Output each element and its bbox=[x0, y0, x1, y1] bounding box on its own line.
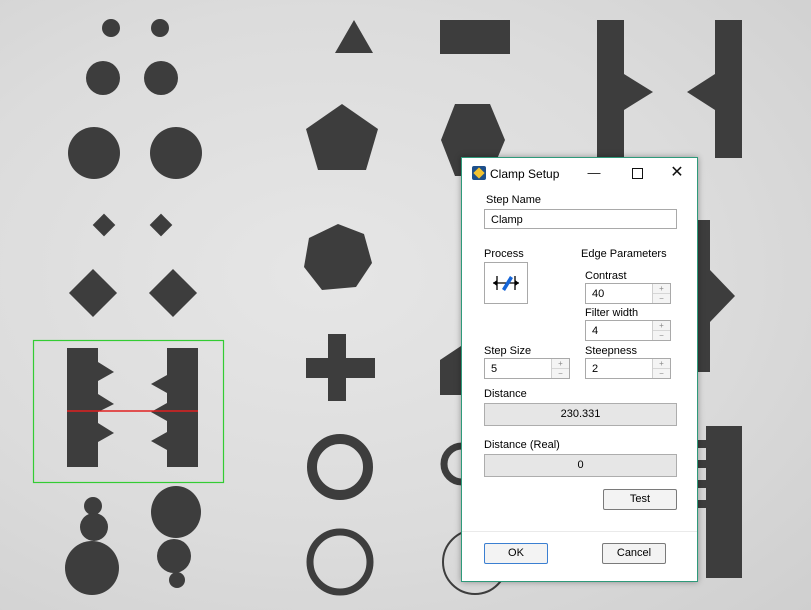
decrement-button[interactable]: − bbox=[653, 294, 670, 303]
cancel-button[interactable]: Cancel bbox=[602, 543, 666, 564]
increment-button[interactable]: + bbox=[552, 359, 569, 369]
shape-small-diamond bbox=[149, 213, 173, 237]
ok-button[interactable]: OK bbox=[484, 543, 548, 564]
shape-medium-circle bbox=[86, 61, 120, 95]
distance-value: 230.331 bbox=[484, 403, 677, 426]
contrast-stepper[interactable]: 40 + − bbox=[585, 283, 671, 304]
step-name-input[interactable]: Clamp bbox=[484, 209, 677, 229]
shape-medium-circle bbox=[144, 61, 178, 95]
minimize-button[interactable]: — bbox=[579, 162, 609, 184]
filter-width-value: 4 bbox=[592, 325, 599, 337]
distance-real-label: Distance (Real) bbox=[484, 439, 560, 451]
shape-pentagon bbox=[306, 104, 378, 170]
decrement-button[interactable]: − bbox=[653, 369, 670, 378]
filter-width-label: Filter width bbox=[585, 307, 639, 319]
filter-width-stepper[interactable]: 4 + − bbox=[585, 320, 671, 341]
process-selector[interactable] bbox=[484, 262, 528, 304]
steepness-label: Steepness bbox=[585, 345, 637, 357]
shape-large-circle bbox=[68, 127, 120, 179]
shape-small-diamond bbox=[92, 213, 116, 237]
contrast-value: 40 bbox=[592, 288, 605, 300]
shape-rectangle bbox=[440, 20, 510, 54]
maximize-button[interactable] bbox=[622, 162, 652, 184]
shape-large-circle bbox=[150, 127, 202, 179]
step-size-stepper[interactable]: 5 + − bbox=[484, 358, 570, 379]
distance-real-value: 0 bbox=[484, 454, 677, 477]
shape-jagged-bar-left bbox=[67, 348, 114, 467]
maximize-icon bbox=[631, 168, 643, 179]
shape-cross bbox=[306, 334, 375, 401]
clamp-setup-app-icon bbox=[472, 166, 486, 180]
test-button[interactable]: Test bbox=[603, 489, 677, 510]
footer-divider bbox=[462, 531, 697, 532]
increment-button[interactable]: + bbox=[653, 321, 670, 331]
shape-notched-bar bbox=[687, 20, 742, 158]
shape-small-circle bbox=[151, 19, 169, 37]
edge-parameters-label: Edge Parameters bbox=[581, 248, 667, 260]
contrast-label: Contrast bbox=[585, 270, 627, 282]
shape-large-diamond bbox=[68, 268, 118, 318]
step-name-label: Step Name bbox=[486, 194, 542, 206]
distance-label: Distance bbox=[484, 388, 527, 400]
step-size-value: 5 bbox=[491, 363, 498, 375]
steepness-value: 2 bbox=[592, 363, 599, 375]
close-button[interactable]: ✕ bbox=[662, 162, 692, 184]
dialog-titlebar[interactable]: Clamp Setup — ✕ bbox=[462, 158, 697, 188]
increment-button[interactable]: + bbox=[653, 359, 670, 369]
shape-heptagon bbox=[304, 224, 372, 290]
step-size-label: Step Size bbox=[484, 345, 532, 357]
shape-triangle bbox=[335, 20, 373, 53]
clamp-tool-icon bbox=[493, 276, 519, 291]
shape-large-diamond bbox=[148, 268, 198, 318]
shape-jagged-bar-right bbox=[151, 348, 198, 467]
shape-small-circle bbox=[102, 19, 120, 37]
process-label: Process bbox=[484, 248, 524, 260]
increment-button[interactable]: + bbox=[653, 284, 670, 294]
shape-notched-bar bbox=[597, 20, 653, 158]
steepness-stepper[interactable]: 2 + − bbox=[585, 358, 671, 379]
clamp-setup-dialog: Clamp Setup — ✕ Step Name Clamp Process … bbox=[461, 157, 698, 582]
decrement-button[interactable]: − bbox=[552, 369, 569, 378]
dialog-title: Clamp Setup bbox=[490, 167, 560, 181]
decrement-button[interactable]: − bbox=[653, 331, 670, 340]
